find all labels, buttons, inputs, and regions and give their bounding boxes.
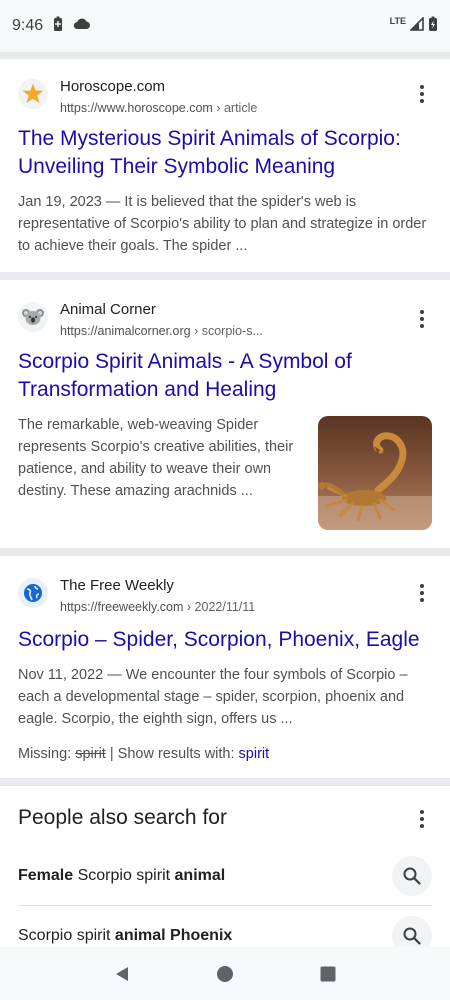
show-results-link[interactable]: spirit — [239, 746, 270, 762]
people-also-search-header: People also search for — [18, 800, 432, 836]
related-search-item[interactable]: Female Scorpio spirit animal — [18, 846, 432, 906]
site-name: Horoscope.com — [60, 78, 166, 95]
site-row: Horoscope.com https://www.horoscope.com … — [18, 77, 432, 121]
separator — [0, 272, 450, 280]
related-search-text: Scorpio spirit animal Phoenix — [18, 927, 233, 944]
snippet-with-thumbnail: The remarkable, web-weaving Spider repre… — [18, 414, 432, 530]
site-info[interactable]: The Free Weekly https://freeweekly.com ›… — [60, 576, 412, 616]
network-type: LTE — [389, 16, 406, 26]
url-path: › article — [212, 101, 258, 115]
site-url: https://www.horoscope.com › article — [60, 99, 412, 117]
result-snippet: The remarkable, web-weaving Spider repre… — [18, 417, 294, 499]
site-name: Animal Corner — [60, 301, 156, 318]
separator — [0, 52, 450, 59]
result-title-link[interactable]: Scorpio – Spider, Scorpion, Phoenix, Eag… — [18, 626, 432, 654]
more-options-icon[interactable] — [412, 79, 432, 109]
system-nav-bar — [0, 947, 450, 1000]
scorpion-thumbnail-image[interactable] — [318, 416, 432, 530]
site-url: https://animalcorner.org › scorpio-s... — [60, 322, 412, 340]
url-path: › scorpio-s... — [190, 324, 263, 338]
show-results-label: | Show results with: — [105, 746, 239, 762]
cloud-icon — [73, 17, 91, 35]
site-url: https://freeweekly.com › 2022/11/11 — [60, 598, 412, 616]
site-info[interactable]: Horoscope.com https://www.horoscope.com … — [60, 77, 412, 117]
star-favicon-icon — [18, 79, 48, 109]
url-domain: https://freeweekly.com — [60, 600, 184, 614]
status-right: LTE — [389, 15, 438, 37]
koala-favicon-icon — [18, 302, 48, 332]
globe-favicon-icon — [18, 578, 48, 608]
people-also-search-section: People also search for Female Scorpio sp… — [0, 800, 450, 966]
status-time: 9:46 — [12, 17, 44, 34]
more-options-icon[interactable] — [412, 578, 432, 608]
signal-icon — [409, 15, 424, 36]
search-result: Horoscope.com https://www.horoscope.com … — [0, 77, 450, 257]
site-row: The Free Weekly https://freeweekly.com ›… — [18, 576, 432, 620]
battery-icon — [428, 16, 438, 37]
url-path: › 2022/11/11 — [183, 600, 256, 614]
home-icon[interactable] — [205, 954, 245, 994]
more-options-icon[interactable] — [412, 804, 432, 834]
back-icon[interactable] — [102, 954, 142, 994]
separator — [0, 778, 450, 786]
battery-saver-icon — [53, 16, 63, 37]
site-name: The Free Weekly — [60, 577, 174, 594]
site-row: Animal Corner https://animalcorner.org ›… — [18, 300, 432, 344]
search-icon[interactable] — [392, 855, 432, 896]
search-result: The Free Weekly https://freeweekly.com ›… — [0, 576, 450, 764]
related-search-text: Female Scorpio spirit animal — [18, 866, 226, 884]
search-result: Animal Corner https://animalcorner.org ›… — [0, 300, 450, 530]
result-title-link[interactable]: The Mysterious Spirit Animals of Scorpio… — [18, 125, 432, 181]
recents-icon[interactable] — [308, 954, 348, 994]
separator — [0, 548, 450, 556]
missing-word: spirit — [75, 746, 106, 762]
more-options-icon[interactable] — [412, 304, 432, 334]
url-domain: https://animalcorner.org — [60, 324, 191, 338]
result-title-link[interactable]: Scorpio Spirit Animals - A Symbol of Tra… — [18, 348, 432, 404]
result-snippet: Nov 11, 2022 — We encounter the four sym… — [18, 667, 408, 727]
url-domain: https://www.horoscope.com — [60, 101, 213, 115]
site-info[interactable]: Animal Corner https://animalcorner.org ›… — [60, 300, 412, 340]
section-title: People also search for — [18, 806, 227, 829]
missing-terms: Missing: spirit | Show results with: spi… — [18, 744, 432, 764]
status-bar: 9:46 LTE — [0, 0, 450, 52]
missing-label: Missing: — [18, 746, 76, 762]
result-snippet: Jan 19, 2023 — It is believed that the s… — [18, 194, 427, 254]
